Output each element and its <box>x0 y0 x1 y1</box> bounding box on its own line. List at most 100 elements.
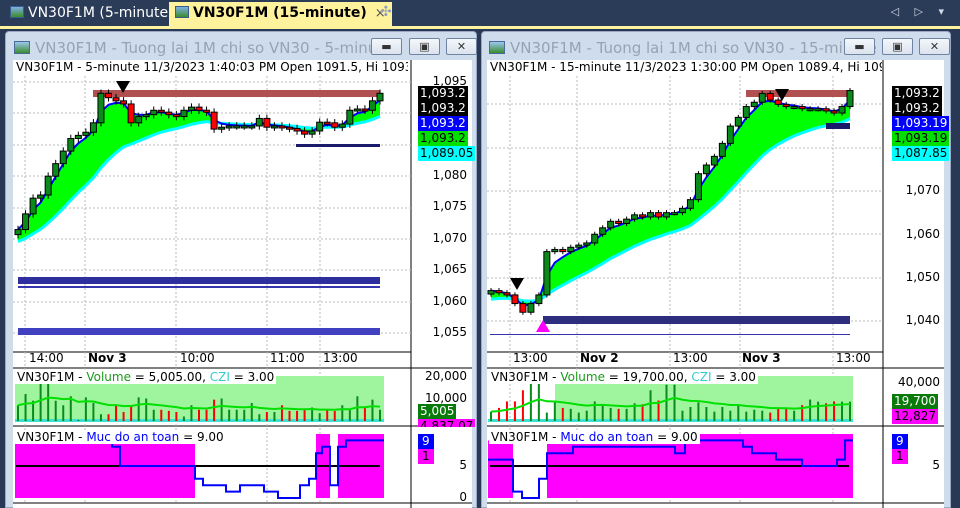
symbol: VN30F1M <box>17 370 75 384</box>
candle-down <box>495 290 503 294</box>
czi-strip <box>488 419 853 422</box>
price-axis-label: 1,050 <box>905 270 940 284</box>
candle-up <box>694 173 702 201</box>
candle-down <box>766 93 774 101</box>
candle-up <box>527 303 535 313</box>
candle-up <box>37 194 45 199</box>
candle-up <box>308 130 316 135</box>
volume-ma-tag: 12,827 <box>892 409 938 424</box>
candle-down <box>323 121 331 125</box>
candle-down <box>503 292 511 296</box>
candle-down <box>172 114 180 118</box>
safety-label: Muc do an toan <box>86 430 180 444</box>
candle-down <box>774 99 782 105</box>
candle-up <box>225 125 233 129</box>
price-axis-label: 1,070 <box>432 231 467 245</box>
safety-tag: 9 <box>418 434 434 449</box>
candle-up <box>750 101 758 108</box>
candle-up <box>623 218 631 224</box>
safety-label: Muc do an toan <box>560 430 654 444</box>
price-axis-label: 1,080 <box>432 168 467 182</box>
time-axis-label: 10:00 <box>180 351 215 365</box>
candle-up <box>346 109 354 125</box>
time-axis-label: 11:00 <box>270 351 305 365</box>
candle-up <box>814 108 822 112</box>
sell-signal-icon <box>510 278 524 290</box>
volume-tag: 19,700 <box>892 394 938 409</box>
candle-up <box>248 125 256 129</box>
candle-down <box>105 92 112 99</box>
time-axis-label: Nov 3 <box>88 351 127 365</box>
safety-value: 9.00 <box>670 430 698 444</box>
price-info-line: VN30F1M - 5-minute 11/3/2023 1:40:03 PM … <box>16 60 408 74</box>
candle-down <box>293 127 301 132</box>
candle-up <box>59 150 67 165</box>
candle-up <box>710 155 718 166</box>
candle-up <box>670 212 678 216</box>
volume-tag: 5,005 <box>418 404 457 419</box>
volume-value: 5,005.00 <box>148 370 203 384</box>
candle-up <box>187 106 195 111</box>
czi-value: 3.00 <box>247 370 275 384</box>
time-axis-label: 13:00 <box>513 351 548 365</box>
price-axis-label: 1,060 <box>905 227 940 241</box>
slow-ma-price-tag: 1,089.05 <box>418 146 476 161</box>
level-bar <box>93 90 380 97</box>
candle-down <box>331 122 339 128</box>
level-bar <box>18 286 380 288</box>
candle-down <box>519 303 527 313</box>
candle-up <box>368 100 376 111</box>
candle-down <box>655 212 663 218</box>
safety-pane-info: VN30F1M - Muc do an toan = 9.00 <box>15 430 226 444</box>
safety-tag: 1 <box>892 449 908 464</box>
candle-up <box>607 220 615 229</box>
candle-up <box>551 248 559 253</box>
time-axis-label: 13:00 <box>323 351 358 365</box>
czi-value: 3.00 <box>729 370 756 384</box>
candle-up <box>487 290 495 295</box>
candle-up <box>233 125 241 129</box>
czi-label: CZI <box>691 370 712 384</box>
candle-down <box>286 126 293 130</box>
symbol: VN30F1M <box>17 430 75 444</box>
candle-down <box>822 108 830 112</box>
safety-axis-label: 0 <box>459 490 467 504</box>
price-axis-label: 1,065 <box>432 262 467 276</box>
volume-pane-info: VN30F1M - Volume = 19,700.00, CZI = 3.00 <box>489 370 758 384</box>
candle-up <box>599 227 607 235</box>
volume-label: Volume <box>86 370 131 384</box>
candle-up <box>89 122 97 133</box>
candle-up <box>338 123 346 128</box>
candle-up <box>583 242 591 246</box>
candle-up <box>838 106 846 114</box>
candle-down <box>165 111 173 116</box>
candle-up <box>734 116 742 127</box>
safety-pane-info: VN30F1M - Muc do an toan = 9.00 <box>489 430 700 444</box>
volume-axis-label: 10,000 <box>425 391 467 405</box>
level-bar <box>296 144 380 147</box>
level-bar <box>18 277 380 284</box>
candle-up <box>575 244 583 248</box>
candle-down <box>301 130 309 135</box>
candle-up <box>135 116 143 124</box>
time-axis-label: 14:00 <box>29 351 64 365</box>
trend-band <box>18 99 380 241</box>
candle-down <box>157 109 165 113</box>
candle-up <box>790 106 798 110</box>
volume-axis-label: 40,000 <box>898 375 940 389</box>
candle-up <box>631 214 639 220</box>
volume-label: Volume <box>560 370 605 384</box>
candle-up <box>180 109 188 118</box>
price-info-line: VN30F1M - 15-minute 11/3/2023 1:30:00 PM… <box>490 60 882 74</box>
candle-down <box>639 214 647 218</box>
last-price-tag: 1,093.2 <box>418 86 468 101</box>
safety-tag: 1 <box>418 449 434 464</box>
safety-tag: 9 <box>892 434 908 449</box>
time-axis-label: Nov 3 <box>742 351 781 365</box>
candle-up <box>14 229 22 236</box>
level-bar <box>18 328 380 335</box>
candle-up <box>718 142 726 157</box>
level-bar <box>826 123 850 129</box>
candle-up <box>150 109 158 116</box>
candle-up <box>647 212 655 218</box>
